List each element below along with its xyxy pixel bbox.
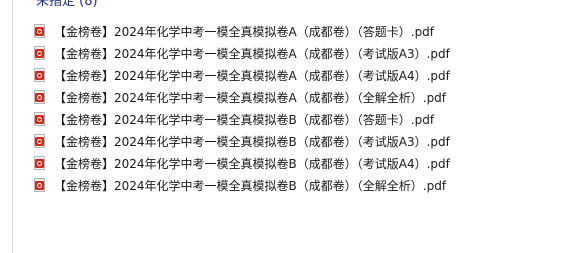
file-name: 【金榜卷】2024年化学中考一模全真模拟卷A（成都卷）（考试版A3）.pdf xyxy=(54,46,450,61)
pane-divider xyxy=(12,0,13,253)
pdf-file-icon xyxy=(34,67,46,83)
file-row[interactable]: 【金榜卷】2024年化学中考一模全真模拟卷B（成都卷）（答题卡）.pdf xyxy=(34,108,554,130)
file-list: 【金榜卷】2024年化学中考一模全真模拟卷A（成都卷）（答题卡）.pdf 【金榜… xyxy=(34,20,554,196)
file-name: 【金榜卷】2024年化学中考一模全真模拟卷B（成都卷）（考试版A4）.pdf xyxy=(54,156,450,171)
file-row[interactable]: 【金榜卷】2024年化学中考一模全真模拟卷A（成都卷）（考试版A3）.pdf xyxy=(34,42,554,64)
file-name: 【金榜卷】2024年化学中考一模全真模拟卷A（成都卷）（答题卡）.pdf xyxy=(54,24,435,39)
file-name: 【金榜卷】2024年化学中考一模全真模拟卷A（成都卷）（考试版A4）.pdf xyxy=(54,68,450,83)
file-row[interactable]: 【金榜卷】2024年化学中考一模全真模拟卷B（成都卷）（全解全析）.pdf xyxy=(34,174,554,196)
file-row[interactable]: 【金榜卷】2024年化学中考一模全真模拟卷B（成都卷）（考试版A3）.pdf xyxy=(34,130,554,152)
pdf-file-icon xyxy=(34,45,46,61)
file-row[interactable]: 【金榜卷】2024年化学中考一模全真模拟卷A（成都卷）（答题卡）.pdf xyxy=(34,20,554,42)
pdf-file-icon xyxy=(34,111,46,127)
file-row[interactable]: 【金榜卷】2024年化学中考一模全真模拟卷A（成都卷）（全解全析）.pdf xyxy=(34,86,554,108)
pdf-file-icon xyxy=(34,177,46,193)
file-row[interactable]: 【金榜卷】2024年化学中考一模全真模拟卷A（成都卷）（考试版A4）.pdf xyxy=(34,64,554,86)
pdf-file-icon xyxy=(34,133,46,149)
pdf-file-icon xyxy=(34,89,46,105)
file-row[interactable]: 【金榜卷】2024年化学中考一模全真模拟卷B（成都卷）（考试版A4）.pdf xyxy=(34,152,554,174)
file-name: 【金榜卷】2024年化学中考一模全真模拟卷B（成都卷）（考试版A3）.pdf xyxy=(54,134,450,149)
pdf-file-icon xyxy=(34,155,46,171)
file-name: 【金榜卷】2024年化学中考一模全真模拟卷B（成都卷）（答题卡）.pdf xyxy=(54,112,435,127)
file-name: 【金榜卷】2024年化学中考一模全真模拟卷A（成都卷）（全解全析）.pdf xyxy=(54,90,447,105)
file-name: 【金榜卷】2024年化学中考一模全真模拟卷B（成都卷）（全解全析）.pdf xyxy=(54,178,447,193)
pdf-file-icon xyxy=(34,23,46,39)
group-header-unspecified[interactable]: 未指定 (8) xyxy=(36,0,98,11)
